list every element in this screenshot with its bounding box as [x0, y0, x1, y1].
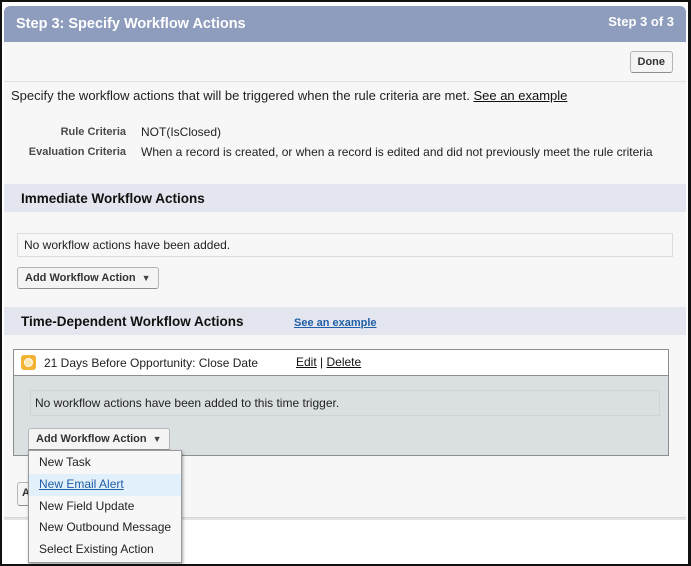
- time-trigger-actions: Edit | Delete: [296, 355, 361, 369]
- button-row: Done: [4, 42, 686, 82]
- time-dependent-see-example-link[interactable]: See an example: [294, 317, 377, 329]
- trigger-add-workflow-action-label: Add Workflow Action: [36, 433, 147, 445]
- time-trigger-header: 21 Days Before Opportunity: Close Date E…: [14, 350, 668, 376]
- link-separator: |: [320, 355, 324, 369]
- evaluation-criteria-value: When a record is created, or when a reco…: [141, 145, 653, 159]
- immediate-actions-heading: Immediate Workflow Actions: [21, 191, 205, 206]
- evaluation-criteria-row: Evaluation Criteria When a record is cre…: [0, 144, 691, 164]
- immediate-empty-box: No workflow actions have been added.: [17, 233, 673, 257]
- edit-trigger-link[interactable]: Edit: [296, 355, 317, 369]
- immediate-actions-header: Immediate Workflow Actions: [4, 184, 686, 212]
- rule-criteria-label: Rule Criteria: [60, 126, 126, 138]
- dropdown-arrow-icon: ▼: [141, 273, 151, 283]
- menu-item-new-email-alert[interactable]: New Email Alert: [29, 473, 181, 496]
- intro-description: Specify the workflow actions that will b…: [11, 88, 470, 103]
- trigger-add-workflow-action-button[interactable]: Add Workflow Action ▼: [28, 428, 170, 450]
- trigger-empty-box: No workflow actions have been added to t…: [30, 390, 660, 416]
- intro-text: Specify the workflow actions that will b…: [11, 88, 567, 103]
- time-trigger-title: 21 Days Before Opportunity: Close Date: [44, 356, 259, 370]
- see-example-link[interactable]: See an example: [473, 88, 567, 103]
- clock-icon: [21, 355, 36, 370]
- rule-criteria-value: NOT(IsClosed): [141, 125, 222, 139]
- add-workflow-action-label: Add Workflow Action: [25, 272, 136, 284]
- criteria-list: Rule Criteria NOT(IsClosed) Evaluation C…: [0, 124, 691, 164]
- add-action-dropdown-menu: New Task New Email Alert New Field Updat…: [28, 450, 182, 563]
- dropdown-arrow-icon: ▼: [152, 434, 162, 444]
- delete-trigger-link[interactable]: Delete: [327, 355, 362, 369]
- menu-item-select-existing-action[interactable]: Select Existing Action: [29, 539, 181, 561]
- immediate-empty-text: No workflow actions have been added.: [24, 238, 231, 252]
- menu-item-new-outbound-message[interactable]: New Outbound Message: [29, 517, 181, 539]
- trigger-empty-text: No workflow actions have been added to t…: [35, 396, 340, 410]
- add-workflow-action-button[interactable]: Add Workflow Action ▼: [17, 267, 159, 289]
- menu-item-new-task[interactable]: New Task: [29, 452, 181, 474]
- rule-criteria-row: Rule Criteria NOT(IsClosed): [0, 124, 691, 144]
- page-title: Step 3: Specify Workflow Actions: [16, 16, 246, 32]
- step-header: Step 3: Specify Workflow Actions Step 3 …: [4, 6, 686, 42]
- menu-item-new-field-update[interactable]: New Field Update: [29, 496, 181, 518]
- time-trigger-card: 21 Days Before Opportunity: Close Date E…: [13, 349, 669, 456]
- step-indicator: Step 3 of 3: [608, 14, 674, 29]
- evaluation-criteria-label: Evaluation Criteria: [28, 146, 126, 158]
- done-button[interactable]: Done: [629, 51, 673, 73]
- time-dependent-actions-heading: Time-Dependent Workflow Actions: [21, 314, 244, 329]
- time-dependent-actions-header: Time-Dependent Workflow Actions See an e…: [4, 307, 686, 335]
